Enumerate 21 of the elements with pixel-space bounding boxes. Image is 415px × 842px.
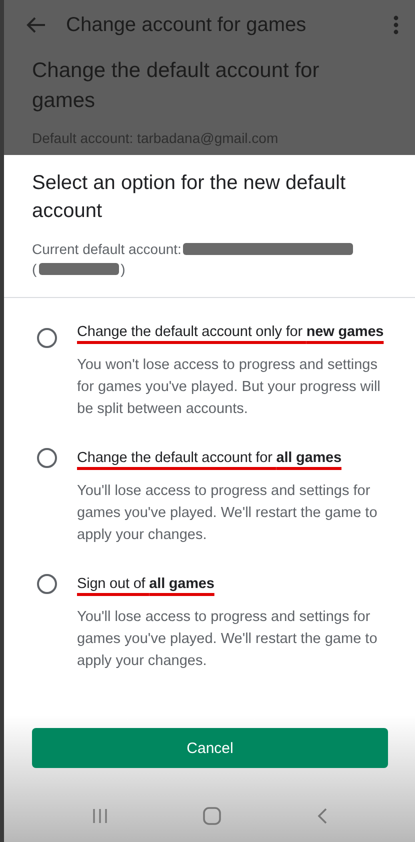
option-title[interactable]: Sign out of all games <box>77 572 393 596</box>
radio-button[interactable] <box>37 448 57 468</box>
current-account-label: Current default account: <box>32 240 182 259</box>
option-description: You won't lose access to progress and settings for games you've played. But your progress will be split between accounts. <box>77 356 382 419</box>
parenthesis: ) <box>120 260 126 279</box>
radio-button[interactable] <box>37 328 57 348</box>
dialog-title: Select an option for the new default account <box>32 171 347 224</box>
radio-button[interactable] <box>37 574 57 594</box>
page-heading: Change the default account for games <box>32 58 320 114</box>
parenthesis: ( <box>32 260 37 279</box>
option-title[interactable]: Change the default account for all games <box>77 446 393 470</box>
option-description: You'll lose access to progress and settings for games you've played. We'll restart the game to apply your changes. <box>77 482 378 545</box>
option-title[interactable]: Change the default account only for new games <box>77 320 393 344</box>
app-bar-title: Change account for games <box>66 14 308 36</box>
recents-icon[interactable] <box>92 808 108 824</box>
menu-icon[interactable] <box>393 15 399 35</box>
home-icon[interactable] <box>203 807 222 825</box>
back-icon[interactable] <box>26 17 46 33</box>
cancel-button[interactable]: Cancel <box>32 728 388 768</box>
option-description: You'll lose access to progress and settings for games you've played. We'll restart the game to apply your changes. <box>77 608 378 671</box>
back-icon[interactable] <box>317 808 328 824</box>
